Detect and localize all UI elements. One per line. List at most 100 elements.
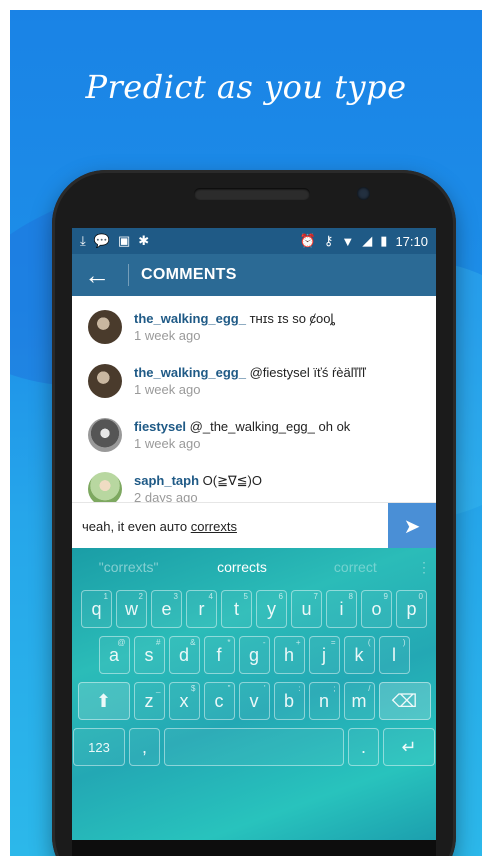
- key-hint: 6: [278, 592, 283, 601]
- key-hint: =: [330, 638, 336, 647]
- key-h[interactable]: + h: [273, 636, 305, 674]
- key-hint: 5: [243, 592, 248, 601]
- key-p[interactable]: 0p: [396, 590, 427, 628]
- key-hint: 9: [383, 592, 388, 601]
- comment-timestamp: 1 week ago: [134, 328, 201, 343]
- key-label: e: [161, 598, 172, 619]
- app-bar: ← COMMENTS: [72, 254, 436, 296]
- backspace-icon: ⌫: [391, 690, 418, 711]
- comment-username[interactable]: saph_taph: [134, 473, 199, 488]
- key-j[interactable]: = j: [308, 636, 340, 674]
- key-k[interactable]: (k: [343, 636, 375, 674]
- key-v[interactable]: ' v: [238, 682, 270, 720]
- list-item: fiestysel @_the_walking_egg_ oh ok 1 wee…: [72, 404, 436, 458]
- avatar[interactable]: [88, 310, 122, 344]
- comment-text: O(≧∇≦)O: [199, 473, 262, 488]
- suggestion-primary[interactable]: corrects: [185, 559, 298, 575]
- comment-text: ᴛʜɪs ɪs sᴏ ȼᴏᴏȴ: [245, 311, 336, 326]
- shift-key[interactable]: ⬆: [77, 682, 130, 720]
- key-label: r: [198, 598, 205, 619]
- key-a[interactable]: @ a: [98, 636, 130, 674]
- period-key[interactable]: .: [348, 728, 379, 766]
- key-label: m: [351, 690, 367, 711]
- list-item: saph_taph O(≧∇≦)O 2 days ago: [72, 458, 436, 502]
- key-u[interactable]: 7u: [291, 590, 322, 628]
- phone-speaker: [194, 188, 310, 200]
- comment-username[interactable]: fiestysel: [134, 419, 186, 434]
- space-key[interactable]: [164, 728, 344, 766]
- avatar[interactable]: [88, 364, 122, 398]
- key-hint: 0: [418, 592, 423, 601]
- key-y[interactable]: 6y: [256, 590, 287, 628]
- key-t[interactable]: 5t: [221, 590, 252, 628]
- download-icon: ⤓: [80, 233, 86, 248]
- key-i[interactable]: 8i: [326, 590, 357, 628]
- key-l[interactable]: ) l: [378, 636, 410, 674]
- key-r[interactable]: 4r: [186, 590, 217, 628]
- avatar[interactable]: [88, 418, 122, 452]
- key-label: n: [318, 690, 329, 711]
- send-icon: ➤: [403, 515, 421, 538]
- key-c[interactable]: " c: [203, 682, 235, 720]
- key-label: j: [322, 644, 326, 665]
- key-label: o: [371, 598, 382, 619]
- suggestion-verbatim[interactable]: "correxts": [72, 559, 185, 575]
- key-n[interactable]: ; n: [308, 682, 340, 720]
- key-x[interactable]: $ x: [168, 682, 200, 720]
- key-d[interactable]: & d: [168, 636, 200, 674]
- delete-key[interactable]: ⌫: [378, 682, 431, 720]
- key-z[interactable]: _ z: [133, 682, 165, 720]
- back-arrow-icon[interactable]: ←: [84, 262, 116, 288]
- comment-username[interactable]: the_walking_egg_: [134, 311, 246, 326]
- key-hint: 3: [173, 592, 178, 601]
- comment-username[interactable]: the_walking_egg_: [134, 365, 246, 380]
- status-bar: ⤓ 💬 ▣ ✱ ⏰ ⚷ ▼ ◢ ▮ 17:10: [72, 228, 436, 254]
- list-item: the_walking_egg_ @fiestysel ïťś ŕèäľľľľ …: [72, 350, 436, 404]
- keyboard-row-2: @ a # s & d * f -g + h = j (k ) l: [72, 632, 436, 678]
- nav-back-icon[interactable]: ▽: [98, 853, 138, 856]
- wifi-icon: ▼: [341, 233, 355, 249]
- comment-text: @fiestysel ïťś ŕèäľľľľ: [245, 365, 366, 380]
- comment-list[interactable]: the_walking_egg_ ᴛʜɪs ɪs sᴏ ȼᴏᴏȴ 1 week …: [72, 296, 436, 502]
- key-hint: 1: [103, 592, 108, 601]
- key-label: i: [339, 598, 344, 619]
- key-hint: 7: [313, 592, 318, 601]
- key-g[interactable]: -g: [238, 636, 270, 674]
- key-w[interactable]: 2w: [116, 590, 147, 628]
- key-hint: +: [295, 638, 301, 647]
- key-hint: &: [190, 638, 196, 647]
- shift-icon: ⬆: [95, 690, 112, 711]
- key-label: s: [144, 644, 154, 665]
- suggestion-alternative[interactable]: correct: [299, 559, 412, 575]
- key-o[interactable]: 9o: [361, 590, 392, 628]
- page-title: COMMENTS: [141, 266, 237, 283]
- key-s[interactable]: # s: [133, 636, 165, 674]
- enter-key[interactable]: ↵: [383, 728, 435, 766]
- avatar[interactable]: [88, 472, 122, 502]
- key-b[interactable]: :b: [273, 682, 305, 720]
- numbers-key[interactable]: 123: [73, 728, 125, 766]
- comment-input-bar: чeah, it even auто correxts ➤: [72, 502, 436, 549]
- android-icon: ✱: [138, 233, 150, 248]
- comment-input[interactable]: чeah, it even auто correxts: [72, 503, 388, 548]
- alarm-icon: ⏰: [299, 233, 316, 248]
- keyboard-switch-icon[interactable]: ⌨: [371, 853, 411, 856]
- more-options-icon[interactable]: ⋮: [412, 559, 436, 576]
- key-label: x: [179, 690, 189, 711]
- navigation-bar: ▽ ○ □ ⌨: [72, 840, 436, 856]
- key-e[interactable]: 3e: [151, 590, 182, 628]
- key-hint: ;: [333, 684, 336, 693]
- key-label: g: [248, 644, 259, 665]
- key-hint: #: [156, 638, 161, 647]
- enter-icon: ↵: [401, 736, 417, 757]
- send-button[interactable]: ➤: [388, 503, 436, 549]
- key-f[interactable]: * f: [203, 636, 235, 674]
- chat-icon: 💬: [93, 233, 110, 248]
- keyboard-row-4: 123 , . ↵: [72, 724, 436, 770]
- comma-key[interactable]: ,: [129, 728, 160, 766]
- key-hint: ): [402, 638, 406, 647]
- keyboard-row-3: ⬆ _ z $ x " c ' v :b ; n / m ⌫: [72, 678, 436, 724]
- key-label: p: [406, 598, 417, 619]
- key-m[interactable]: / m: [343, 682, 375, 720]
- key-q[interactable]: 1q: [81, 590, 112, 628]
